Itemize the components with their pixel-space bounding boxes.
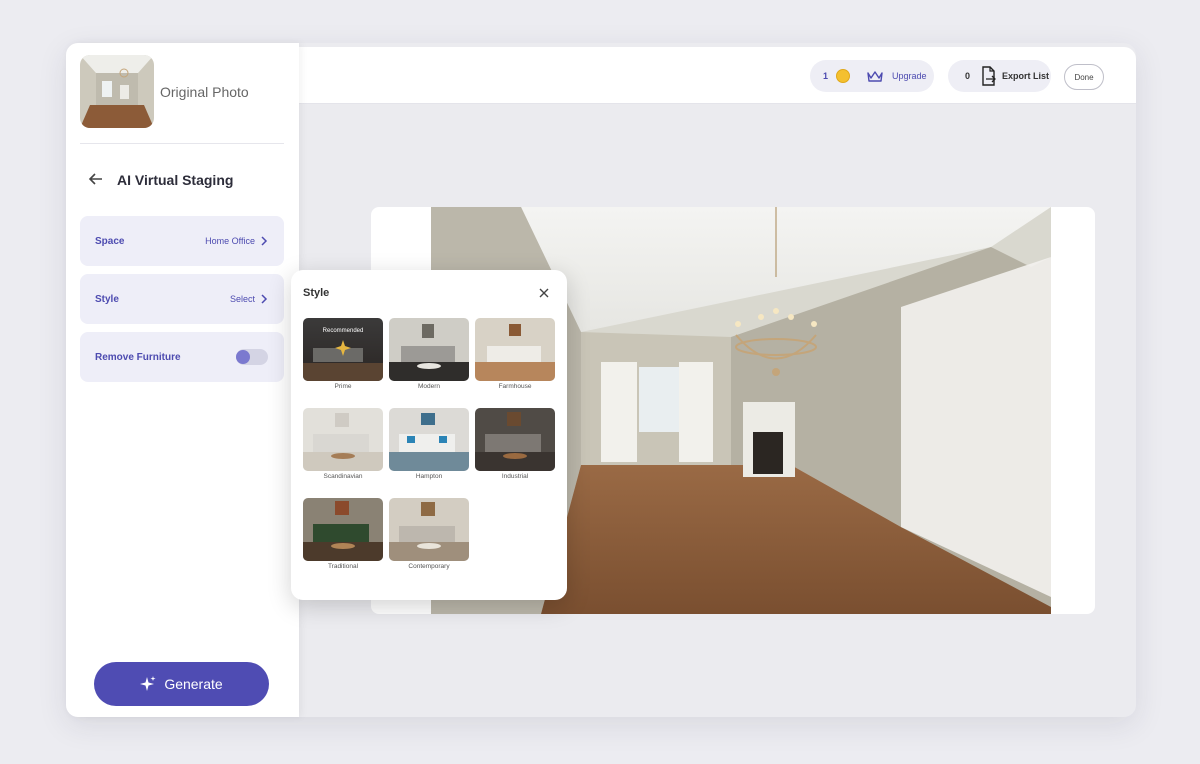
- style-selector-row[interactable]: Style Select: [80, 274, 284, 324]
- style-option-modern[interactable]: Modern: [389, 318, 469, 390]
- style-caption: Hampton: [415, 473, 443, 480]
- style-caption: Modern: [417, 383, 441, 390]
- chevron-right-icon: [261, 236, 268, 246]
- crown-icon: [867, 71, 883, 82]
- credits-pill[interactable]: 1 Upgrade: [810, 60, 934, 92]
- back-arrow-icon[interactable]: [88, 171, 104, 187]
- done-button[interactable]: Done: [1064, 64, 1104, 90]
- style-option-scandinavian[interactable]: Scandinavian: [303, 408, 383, 480]
- generate-button[interactable]: Generate: [94, 662, 269, 706]
- original-photo-label: Original Photo: [160, 84, 249, 100]
- export-count: 0: [965, 71, 971, 81]
- space-selector-row[interactable]: Space Home Office: [80, 216, 284, 266]
- space-value-group: Home Office: [205, 236, 268, 246]
- style-caption: Industrial: [501, 473, 529, 480]
- style-value-group: Select: [230, 294, 268, 304]
- style-caption: Traditional: [327, 563, 359, 570]
- style-caption: Prime: [334, 383, 352, 390]
- remove-furniture-row: Remove Furniture: [80, 332, 284, 382]
- panel-title: AI Virtual Staging: [117, 172, 234, 188]
- style-thumbnail: Recommended: [303, 318, 383, 381]
- style-thumbnail: [389, 408, 469, 471]
- space-value: Home Office: [205, 236, 255, 246]
- style-thumbnail: [389, 498, 469, 561]
- top-toolbar: 1 Upgrade 0 Export List Done: [299, 47, 1136, 104]
- style-option-hampton[interactable]: Hampton: [389, 408, 469, 480]
- export-list-label: Export List: [1002, 71, 1050, 81]
- remove-furniture-label: Remove Furniture: [95, 351, 181, 363]
- style-thumbnail: [303, 498, 383, 561]
- coin-icon: [836, 69, 851, 83]
- style-thumbnail: [303, 408, 383, 471]
- style-popup: Style Recommended Prime Modern Farmhouse: [291, 270, 567, 600]
- export-list-pill[interactable]: 0 Export List: [948, 60, 1051, 92]
- recommended-badge: Recommended: [322, 328, 364, 334]
- style-caption: Scandinavian: [323, 473, 363, 480]
- sparkle-icon: [140, 676, 156, 691]
- left-sidebar: Original Photo AI Virtual Staging Space …: [66, 43, 299, 717]
- style-option-prime[interactable]: Recommended Prime: [303, 318, 383, 390]
- space-label: Space: [95, 235, 125, 247]
- original-photo-thumbnail[interactable]: [80, 55, 154, 128]
- style-thumbnail: [389, 318, 469, 381]
- style-label: Style: [95, 293, 119, 305]
- chevron-right-icon: [261, 294, 268, 304]
- style-thumbnail: [475, 318, 555, 381]
- style-caption: Contemporary: [408, 563, 450, 570]
- toggle-knob: [236, 350, 250, 364]
- export-file-icon: [982, 66, 996, 86]
- divider: [80, 143, 284, 144]
- generate-label: Generate: [164, 676, 223, 692]
- close-icon[interactable]: [539, 288, 549, 298]
- style-option-industrial[interactable]: Industrial: [475, 408, 555, 480]
- style-caption: Farmhouse: [498, 383, 532, 390]
- style-option-traditional[interactable]: Traditional: [303, 498, 383, 570]
- style-popup-title: Style: [303, 287, 330, 299]
- upgrade-link[interactable]: Upgrade: [892, 71, 927, 81]
- style-option-contemporary[interactable]: Contemporary: [389, 498, 469, 570]
- credits-count: 1: [823, 71, 829, 81]
- style-value: Select: [229, 294, 255, 304]
- app-window: 1 Upgrade 0 Export List Done Original Ph…: [66, 43, 1136, 717]
- remove-furniture-toggle[interactable]: [236, 349, 268, 365]
- style-thumbnail: [475, 408, 555, 471]
- style-option-farmhouse[interactable]: Farmhouse: [475, 318, 555, 390]
